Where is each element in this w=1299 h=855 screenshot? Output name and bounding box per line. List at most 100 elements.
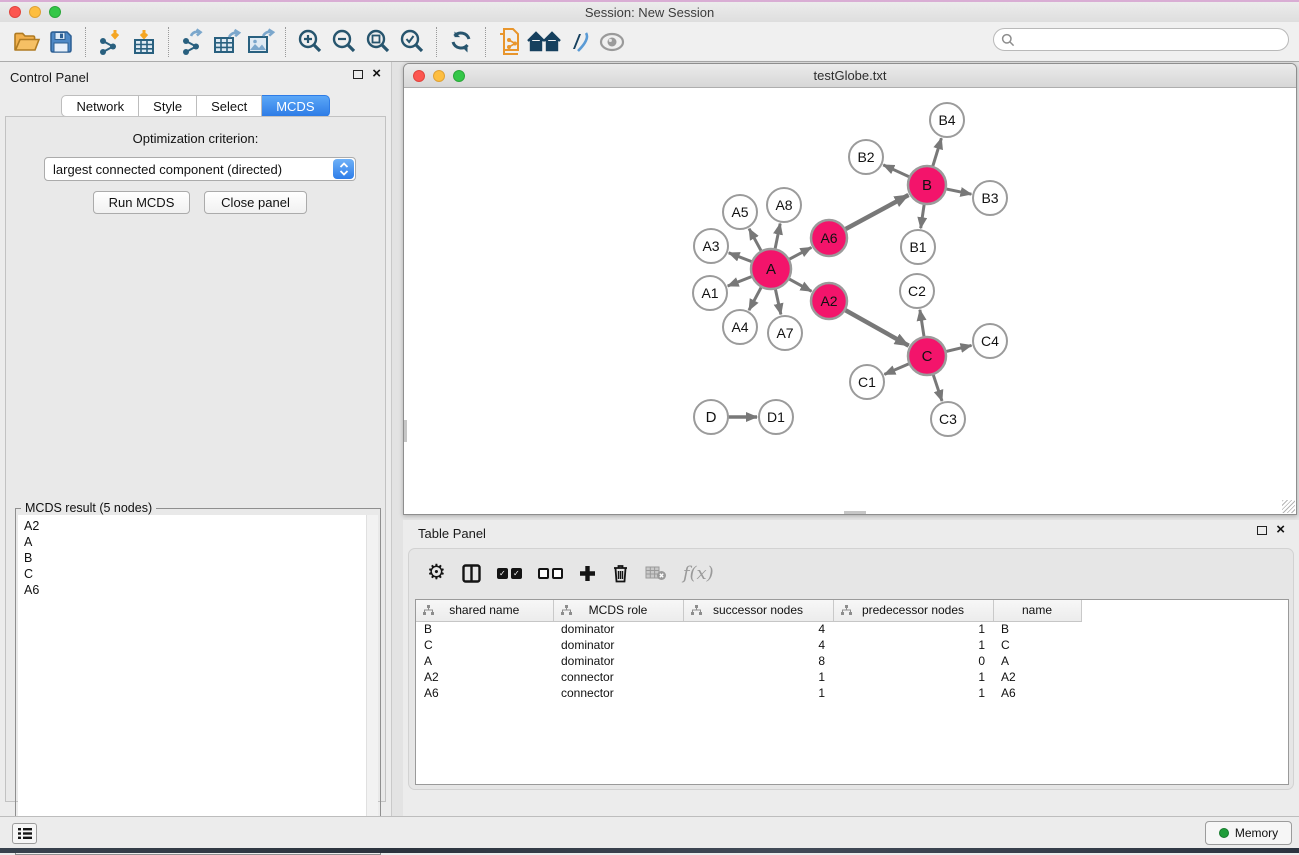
graph-node-B3[interactable]: B3 [973,181,1007,215]
cell-predecessor-nodes[interactable]: 1 [833,637,993,653]
control-tab-mcds[interactable]: MCDS [262,95,329,117]
graph-node-A1[interactable]: A1 [693,276,727,310]
control-tab-select[interactable]: Select [197,95,262,117]
zoom-in-icon[interactable] [293,26,327,58]
cell-name[interactable]: A6 [993,685,1081,701]
cell-shared-name[interactable]: B [416,621,553,637]
cell-name[interactable]: A2 [993,669,1081,685]
graph-node-C4[interactable]: C4 [973,324,1007,358]
network-canvas[interactable]: B4B2BB3A5A8A6A3B1AC2A1A2A4A7C4CC1C3DD1 [404,88,1296,514]
export-image-icon[interactable] [244,26,278,58]
float-table-panel-icon[interactable] [1257,526,1267,535]
network-window-titlebar[interactable]: testGlobe.txt [404,64,1296,88]
delete-table-icon[interactable] [645,565,667,581]
column-header-shared-name[interactable]: shared name [416,600,553,621]
cell-predecessor-nodes[interactable]: 0 [833,653,993,669]
graph-node-C1[interactable]: C1 [850,365,884,399]
refresh-icon[interactable] [444,26,478,58]
add-column-icon[interactable] [579,565,596,582]
home-icon[interactable] [527,26,561,58]
control-tab-style[interactable]: Style [139,95,197,117]
cell-MCDS-role[interactable]: dominator [553,637,683,653]
graph-node-A2[interactable]: A2 [811,283,847,319]
zoom-out-icon[interactable] [327,26,361,58]
cell-predecessor-nodes[interactable]: 1 [833,685,993,701]
deselect-all-icon[interactable] [538,568,563,579]
delete-column-icon[interactable] [612,563,629,583]
table-row[interactable]: A2connector11A2 [416,669,1081,685]
cell-name[interactable]: A [993,653,1081,669]
optimization-dropdown[interactable]: largest connected component (directed) [44,157,356,181]
cell-MCDS-role[interactable]: connector [553,669,683,685]
horizontal-scrollbar[interactable] [844,511,866,514]
vertical-scrollbar[interactable] [404,420,407,442]
run-mcds-button[interactable]: Run MCDS [93,191,190,214]
graph-node-B1[interactable]: B1 [901,230,935,264]
cell-shared-name[interactable]: A6 [416,685,553,701]
close-panel-button[interactable]: Close panel [204,191,307,214]
dropdown-stepper-icon[interactable] [333,159,354,179]
cell-shared-name[interactable]: C [416,637,553,653]
column-header-name[interactable]: name [993,600,1081,621]
cell-successor-nodes[interactable]: 1 [683,685,833,701]
cell-MCDS-role[interactable]: connector [553,685,683,701]
function-builder-icon[interactable]: f(x) [683,563,714,584]
cell-predecessor-nodes[interactable]: 1 [833,621,993,637]
cybrowser-icon[interactable] [493,26,527,58]
export-table-icon[interactable] [210,26,244,58]
save-session-icon[interactable] [44,26,78,58]
export-network-icon[interactable] [176,26,210,58]
zoom-selected-icon[interactable] [395,26,429,58]
cell-predecessor-nodes[interactable]: 1 [833,669,993,685]
control-tab-network[interactable]: Network [61,95,139,117]
open-session-icon[interactable] [10,26,44,58]
column-header-successor-nodes[interactable]: successor nodes [683,600,833,621]
search-input[interactable] [1015,31,1288,49]
cell-successor-nodes[interactable]: 4 [683,621,833,637]
graph-node-C2[interactable]: C2 [900,274,934,308]
cell-shared-name[interactable]: A [416,653,553,669]
column-header-predecessor-nodes[interactable]: predecessor nodes [833,600,993,621]
table-row[interactable]: Bdominator41B [416,621,1081,637]
close-panel-icon[interactable]: × [372,69,381,79]
task-history-button[interactable] [12,823,37,844]
table-row[interactable]: Cdominator41C [416,637,1081,653]
graph-node-A3[interactable]: A3 [694,229,728,263]
column-header-MCDS-role[interactable]: MCDS role [553,600,683,621]
graph-node-A6[interactable]: A6 [811,220,847,256]
graph-node-C3[interactable]: C3 [931,402,965,436]
cell-successor-nodes[interactable]: 4 [683,637,833,653]
graph-node-A[interactable]: A [751,249,791,289]
scrollbar-track[interactable] [366,515,378,852]
graph-node-B4[interactable]: B4 [930,103,964,137]
graph-node-A5[interactable]: A5 [723,195,757,229]
table-row[interactable]: A6connector11A6 [416,685,1081,701]
cell-MCDS-role[interactable]: dominator [553,653,683,669]
cell-name[interactable]: C [993,637,1081,653]
graph-node-D1[interactable]: D1 [759,400,793,434]
close-table-panel-icon[interactable]: × [1276,525,1285,535]
cell-successor-nodes[interactable]: 8 [683,653,833,669]
resize-grip[interactable] [1282,500,1295,513]
graph-node-A4[interactable]: A4 [723,310,757,344]
hide-labels-icon[interactable] [561,26,595,58]
graph-node-A8[interactable]: A8 [767,188,801,222]
graph-node-B2[interactable]: B2 [849,140,883,174]
search-field[interactable] [993,28,1289,51]
mcds-result-item[interactable]: B [24,550,378,566]
cell-successor-nodes[interactable]: 1 [683,669,833,685]
float-panel-icon[interactable] [353,70,363,79]
graph-node-D[interactable]: D [694,400,728,434]
graph-node-B[interactable]: B [908,166,946,204]
graph-node-C[interactable]: C [908,337,946,375]
memory-button[interactable]: Memory [1205,821,1292,845]
mcds-result-item[interactable]: A2 [24,518,378,534]
table-row[interactable]: Adominator80A [416,653,1081,669]
node-table[interactable]: shared nameMCDS rolesuccessor nodesprede… [415,599,1289,785]
zoom-fit-icon[interactable] [361,26,395,58]
import-table-icon[interactable] [127,26,161,58]
cell-MCDS-role[interactable]: dominator [553,621,683,637]
import-network-icon[interactable] [93,26,127,58]
cell-name[interactable]: B [993,621,1081,637]
mcds-result-item[interactable]: C [24,566,378,582]
